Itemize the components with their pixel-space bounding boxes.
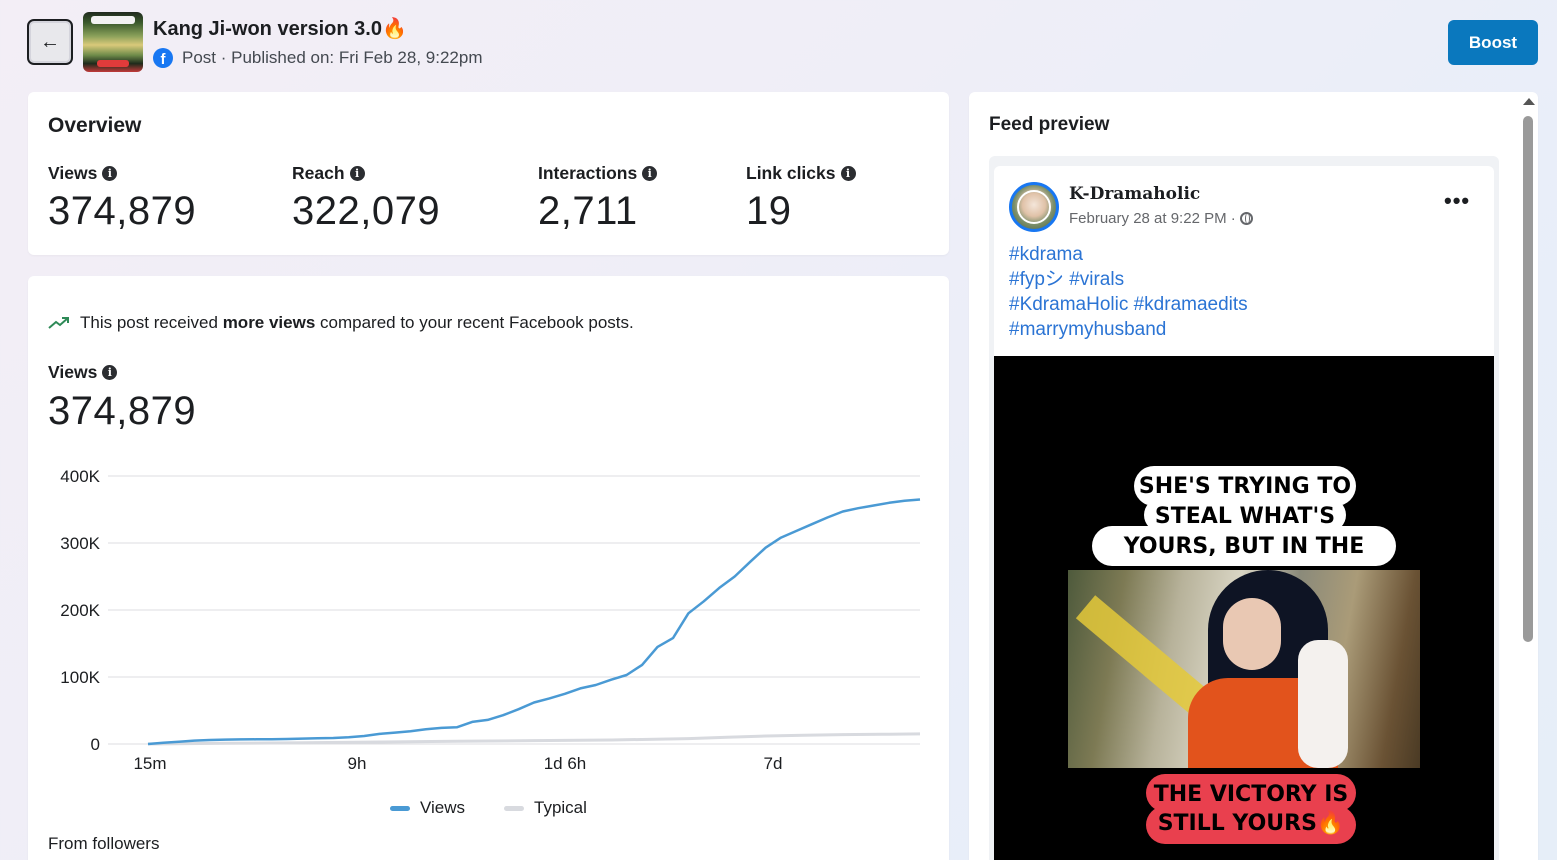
y-tick-label: 100K — [60, 668, 100, 687]
y-tick-label: 0 — [91, 735, 100, 754]
metric-reach: Reach i 322,079 — [292, 163, 440, 234]
info-icon[interactable]: i — [642, 166, 658, 181]
scroll-up-arrow[interactable] — [1523, 98, 1535, 105]
views-value: 374,879 — [48, 389, 197, 433]
legend-typical[interactable]: Typical — [504, 798, 587, 818]
scrollbar-thumb[interactable] — [1523, 116, 1533, 642]
views-label-row: Views i — [48, 362, 118, 383]
boost-button[interactable]: Boost — [1448, 20, 1538, 65]
x-tick-label: 7d — [764, 754, 783, 773]
legend-views[interactable]: Views — [390, 798, 465, 818]
legend-label: Views — [420, 798, 466, 817]
more-dots-icon[interactable]: ••• — [1444, 188, 1470, 214]
metric-views: Views i 374,879 — [48, 163, 196, 234]
post-title: Kang Ji-won version 3.0🔥 — [153, 18, 407, 40]
legend-swatch — [390, 805, 410, 811]
metric-value: 322,079 — [292, 189, 441, 233]
metric-label: Views — [48, 163, 98, 183]
globe-icon — [1239, 212, 1253, 225]
metric-label: Reach — [292, 163, 345, 183]
post-meta-row: f Post · Published on: Fri Feb 28, 9:22p… — [153, 48, 483, 68]
views-line-chart: 400K 300K 200K 100K 0 15m 9h 1d 6h 7d — [60, 467, 921, 773]
post-thumbnail — [83, 12, 143, 72]
metric-value: 2,711 — [538, 189, 638, 233]
post-video[interactable]: SHE'S TRYING TO STEAL WHAT'S YOURS, BUT … — [994, 356, 1494, 860]
metric-value: 374,879 — [48, 189, 197, 233]
info-icon[interactable]: i — [840, 166, 856, 181]
legend-swatch — [504, 805, 524, 811]
info-icon[interactable]: i — [102, 166, 118, 181]
y-tick-label: 300K — [60, 534, 100, 553]
trend-text-prefix: This post received — [80, 313, 223, 332]
page-header: ← Kang Ji-won version 3.0🔥 f Post · Publ… — [0, 0, 1557, 90]
hashtag-line[interactable]: #fypシ #virals — [1009, 267, 1248, 292]
from-followers-label: From followers — [48, 834, 160, 853]
arrow-left-icon: ← — [40, 30, 60, 53]
feed-preview-title: Feed preview — [989, 114, 1110, 135]
x-tick-label: 1d 6h — [544, 754, 587, 773]
hashtag-line[interactable]: #kdrama — [1009, 242, 1248, 267]
metric-label: Interactions — [538, 163, 638, 183]
post-hashtags: #kdrama #fypシ #virals #KdramaHolic #kdra… — [1009, 242, 1248, 342]
post-timestamp[interactable]: February 28 at 9:22 PM · — [1069, 210, 1236, 227]
video-frame-image — [1068, 570, 1420, 768]
overview-card: Overview Views i 374,879 Reach i 322,079 I… — [28, 92, 949, 255]
trend-message: This post received more views compared t… — [48, 313, 634, 333]
info-icon[interactable]: i — [349, 166, 365, 181]
legend-label: Typical — [534, 798, 587, 817]
post-preview: K-Dramaholic February 28 at 9:22 PM · ••… — [994, 166, 1494, 860]
views-card: This post received more views compared t… — [28, 276, 949, 860]
hashtag-line[interactable]: #marrymyhusband — [1009, 317, 1248, 342]
metric-value: 19 — [746, 189, 792, 233]
overview-title: Overview — [48, 114, 142, 137]
y-tick-label: 200K — [60, 601, 100, 620]
metric-label: Link clicks — [746, 163, 836, 183]
page-name[interactable]: K-Dramaholic — [1069, 184, 1200, 204]
y-tick-label: 400K — [60, 467, 100, 486]
series-line-views[interactable] — [147, 498, 921, 746]
facebook-icon: f — [153, 48, 173, 68]
caption-line: STILL YOURS🔥 — [1146, 806, 1356, 844]
post-timestamp-row: February 28 at 9:22 PM · — [1069, 210, 1253, 227]
back-button[interactable]: ← — [27, 19, 73, 65]
hashtag-line[interactable]: #KdramaHolic #kdramaedits — [1009, 292, 1248, 317]
caption-line: YOURS, BUT IN THE END.. — [1092, 526, 1396, 601]
feed-scrollbar[interactable] — [1520, 92, 1537, 860]
metric-link-clicks: Link clicks i 19 — [746, 163, 856, 234]
post-preview-frame: K-Dramaholic February 28 at 9:22 PM · ••… — [989, 156, 1499, 860]
x-tick-label: 9h — [348, 754, 367, 773]
metric-interactions: Interactions i 2,711 — [538, 163, 658, 234]
views-label: Views — [48, 362, 98, 382]
trend-text-bold: more views — [222, 313, 316, 332]
feed-preview-card: Feed preview K-Dramaholic February 28 at… — [969, 92, 1538, 860]
trend-text-suffix: compared to your recent Facebook posts. — [315, 313, 634, 332]
avatar[interactable] — [1009, 182, 1059, 232]
trending-up-icon — [48, 317, 69, 329]
x-tick-label: 15m — [133, 754, 166, 773]
info-icon[interactable]: i — [102, 365, 118, 380]
post-meta: Post · Published on: Fri Feb 28, 9:22pm — [182, 48, 483, 67]
